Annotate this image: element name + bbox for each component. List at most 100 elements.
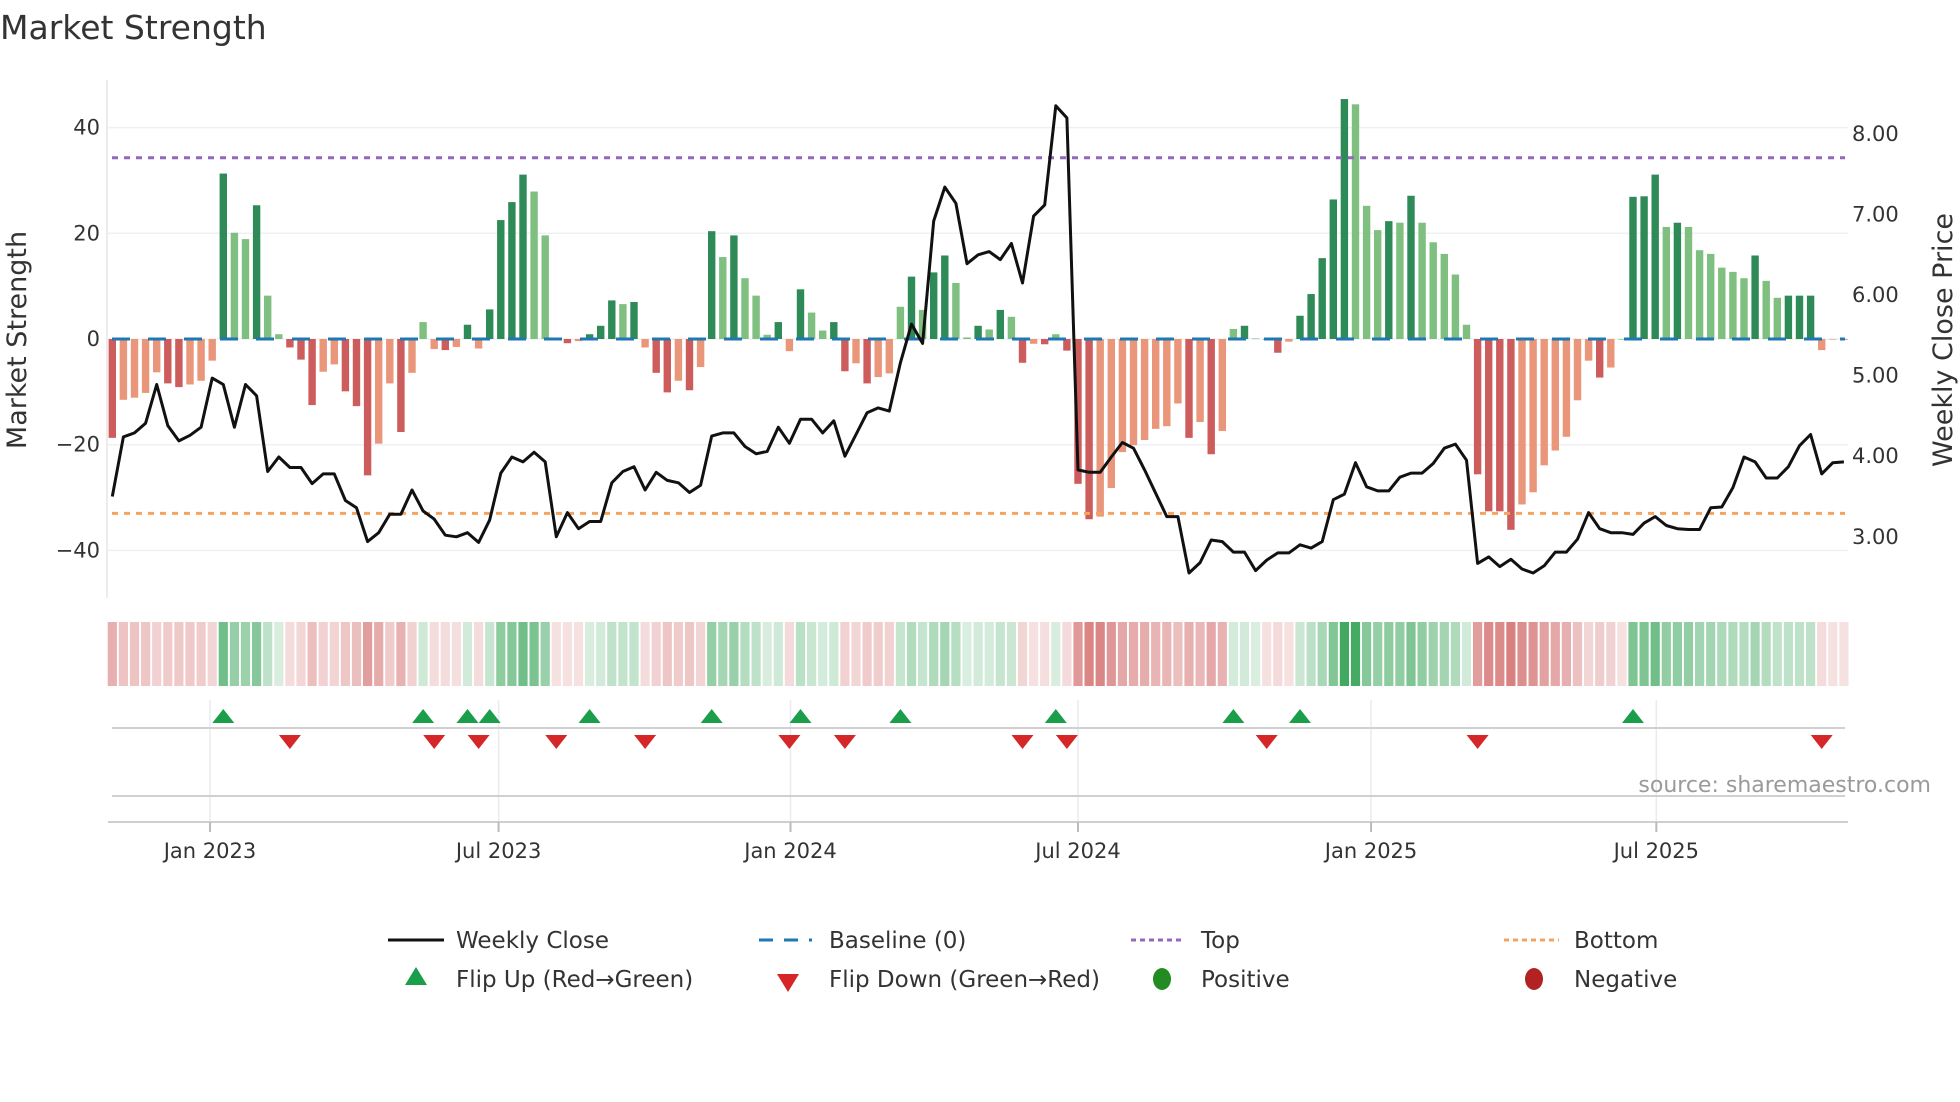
strength-bar: [785, 339, 794, 352]
heat-cell: [1817, 622, 1827, 686]
heat-cell: [485, 622, 495, 686]
heat-cell: [1550, 622, 1560, 686]
heat-cell: [363, 622, 373, 686]
strength-bar: [1695, 250, 1704, 339]
strength-bar: [208, 339, 216, 361]
legend-item-top[interactable]: Top: [1131, 928, 1240, 954]
strength-bar: [1607, 339, 1615, 368]
strength-bar: [1096, 339, 1104, 517]
heat-cell: [1439, 622, 1449, 686]
strength-bar: [197, 339, 205, 381]
heat-cell: [1128, 622, 1139, 686]
heat-cell: [1428, 622, 1438, 686]
strength-bar: [1651, 174, 1659, 339]
strength-bar: [330, 339, 338, 365]
flip-up-marker: [700, 709, 723, 723]
strength-bar: [1240, 325, 1249, 339]
strength-bar: [830, 322, 838, 339]
heat-cell: [307, 622, 317, 686]
legend-item-flip-up[interactable]: Flip Up (Red→Green): [405, 967, 693, 993]
strength-bar: [486, 309, 494, 339]
strength-bar: [1307, 294, 1315, 339]
heat-cell: [1517, 622, 1527, 686]
strength-bar: [1718, 267, 1726, 339]
strength-bar: [1340, 99, 1349, 340]
x-tick-label: Jul 2024: [1033, 839, 1120, 863]
flip-down-marker: [1255, 735, 1278, 749]
heat-cell: [1017, 622, 1028, 686]
flip-up-marker: [1622, 709, 1644, 723]
strength-bar: [807, 312, 816, 339]
legend-item-negative[interactable]: Negative: [1525, 967, 1677, 993]
flip-up-marker: [212, 709, 235, 723]
heat-cell: [296, 622, 306, 686]
legend-label: Positive: [1201, 967, 1290, 993]
legend-item-flip-down[interactable]: Flip Down (Green→Red): [777, 967, 1100, 993]
flip-down-marker: [278, 735, 301, 749]
strength-bar: [730, 235, 738, 339]
strength-bar: [1762, 280, 1770, 339]
flip-down-marker: [467, 735, 490, 749]
heat-cell: [329, 622, 339, 686]
legend-item-positive[interactable]: Positive: [1153, 967, 1290, 993]
heat-cell: [1295, 622, 1305, 686]
heat-cell: [1395, 622, 1405, 686]
heat-cell: [618, 622, 628, 686]
heat-cell: [562, 622, 572, 686]
heat-cell: [795, 622, 806, 686]
heat-cell: [1217, 622, 1227, 686]
heat-cell: [1783, 622, 1793, 686]
y2-tick-label: 4.00: [1852, 444, 1899, 468]
strength-bar: [863, 339, 871, 384]
heat-cell: [129, 622, 140, 686]
heat-cell: [918, 622, 928, 686]
strength-bar: [1229, 328, 1238, 339]
strength-bar: [230, 232, 239, 339]
strength-bar: [1485, 339, 1493, 512]
heat-cell: [684, 622, 695, 686]
heat-cell: [496, 622, 506, 686]
heat-cell: [906, 622, 917, 686]
flip-down-marker: [1055, 735, 1078, 749]
strength-bar: [241, 239, 250, 339]
heat-cell: [962, 622, 972, 686]
strength-bar: [264, 295, 272, 339]
heat-cell: [1683, 622, 1694, 686]
x-tick-label: Jan 2025: [1323, 839, 1418, 863]
strength-bar: [1795, 295, 1804, 339]
y-tick-label: −40: [56, 538, 100, 562]
x-tick-label: Jan 2024: [742, 839, 837, 863]
legend-item-bottom[interactable]: Bottom: [1504, 928, 1658, 954]
strength-bar: [930, 272, 938, 339]
strength-bar: [608, 300, 616, 339]
y2-axis-ticks: 8.00 7.00 6.00 5.00 4.00 3.00: [1852, 122, 1899, 549]
legend-item-baseline[interactable]: Baseline (0): [759, 928, 966, 954]
heat-cell: [1484, 622, 1494, 686]
heat-cell: [807, 622, 817, 686]
chart-title: Market Strength: [0, 8, 267, 47]
flip-up-marker: [1289, 709, 1311, 723]
strength-bar: [1429, 242, 1437, 339]
y2-tick-label: 3.00: [1852, 525, 1899, 549]
heat-cell: [662, 622, 672, 686]
heat-cell: [1195, 622, 1205, 686]
strength-bar: [1818, 339, 1826, 351]
strength-bar: [1163, 339, 1171, 427]
heat-cell: [351, 622, 362, 686]
heat-cell: [929, 622, 939, 686]
heat-cell: [118, 622, 128, 686]
strength-bar: [1174, 339, 1182, 404]
strength-bar: [1207, 339, 1215, 455]
strength-bar: [1473, 339, 1482, 475]
heat-cell: [1617, 622, 1627, 686]
legend-item-weekly-close[interactable]: Weekly Close: [388, 928, 609, 954]
strength-bar: [419, 322, 427, 339]
strength-bar: [941, 255, 949, 339]
y-tick-label: −20: [56, 433, 100, 457]
strength-bar: [1806, 295, 1815, 339]
heat-cell: [163, 622, 173, 686]
y-tick-label: 40: [73, 116, 100, 140]
strength-bar: [1185, 339, 1193, 438]
strength-bar: [685, 339, 694, 391]
heat-cell: [518, 622, 528, 686]
